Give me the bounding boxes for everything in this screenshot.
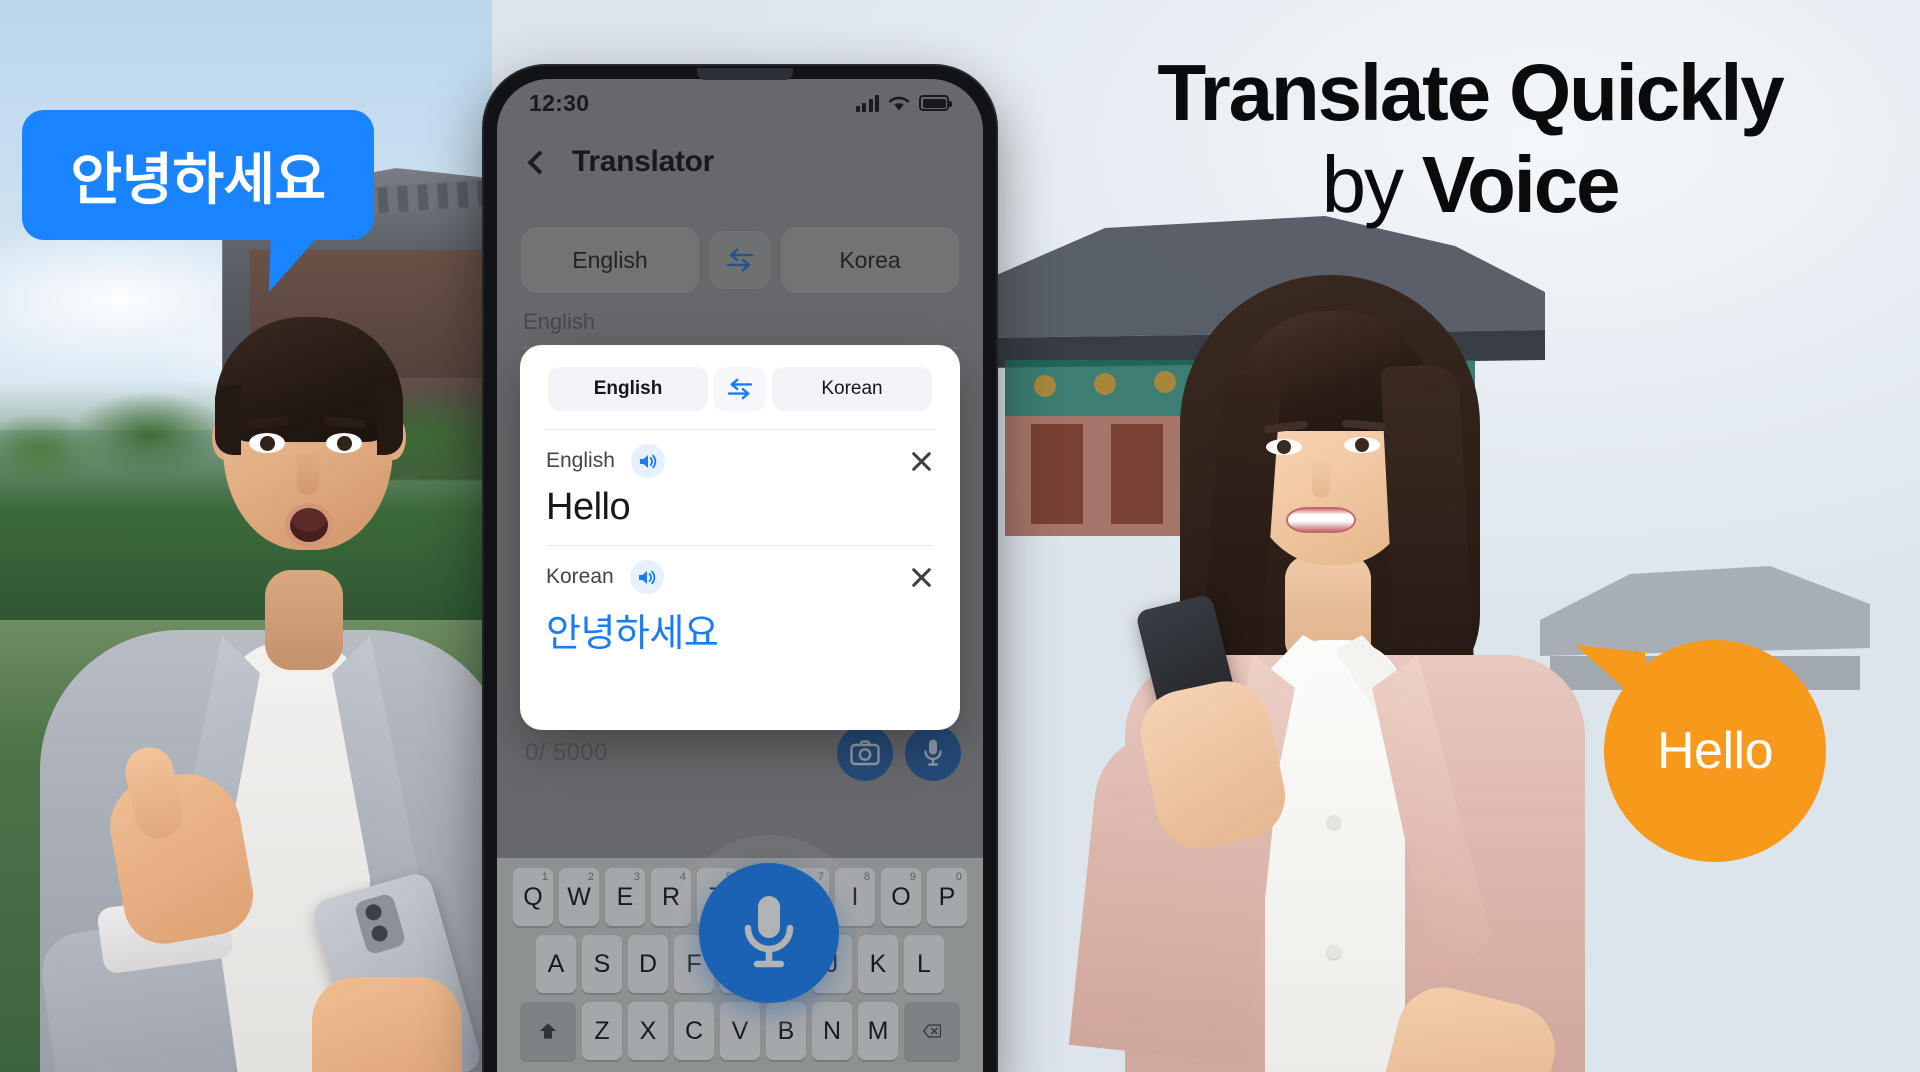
speech-bubble-korean: 안녕하세요 [22, 110, 374, 240]
headline-voice: Voice [1421, 139, 1621, 229]
modal-source-language[interactable]: English [548, 367, 708, 411]
translation-result-modal: English Korean English Hello Korean 안녕하세… [520, 345, 960, 730]
entry-text-korean: 안녕하세요 [546, 613, 719, 655]
promo-banner: 12:30 Translator English Korea English 0… [0, 0, 1920, 1072]
speaker-icon[interactable] [630, 444, 665, 478]
close-icon[interactable] [908, 564, 934, 590]
swap-arrows-icon[interactable] [714, 367, 766, 411]
close-icon[interactable] [908, 448, 934, 474]
headline: Translate Quickly by Voice [1040, 52, 1900, 225]
photo-woman-right [1068, 255, 1610, 1072]
modal-entry-korean: Korean 안녕하세요 [544, 546, 936, 657]
speech-bubble-english: Hello [1604, 640, 1826, 862]
entry-language-label: English [546, 449, 615, 472]
headline-line2: by Voice [1040, 143, 1900, 226]
headline-line1: Translate Quickly [1157, 48, 1784, 137]
modal-target-language[interactable]: Korean [772, 367, 932, 411]
modal-language-row: English Korean [544, 363, 936, 411]
speaker-icon[interactable] [629, 560, 664, 594]
speech-bubble-korean-text: 안녕하세요 [70, 147, 326, 211]
headline-by: by [1321, 139, 1422, 229]
phone-notch [697, 68, 793, 80]
modal-entry-english: English Hello [544, 430, 936, 529]
speech-bubble-english-text: Hello [1657, 722, 1774, 780]
man-figure [36, 235, 492, 1072]
entry-text-english: Hello [546, 486, 631, 528]
entry-language-label: Korean [546, 565, 614, 588]
